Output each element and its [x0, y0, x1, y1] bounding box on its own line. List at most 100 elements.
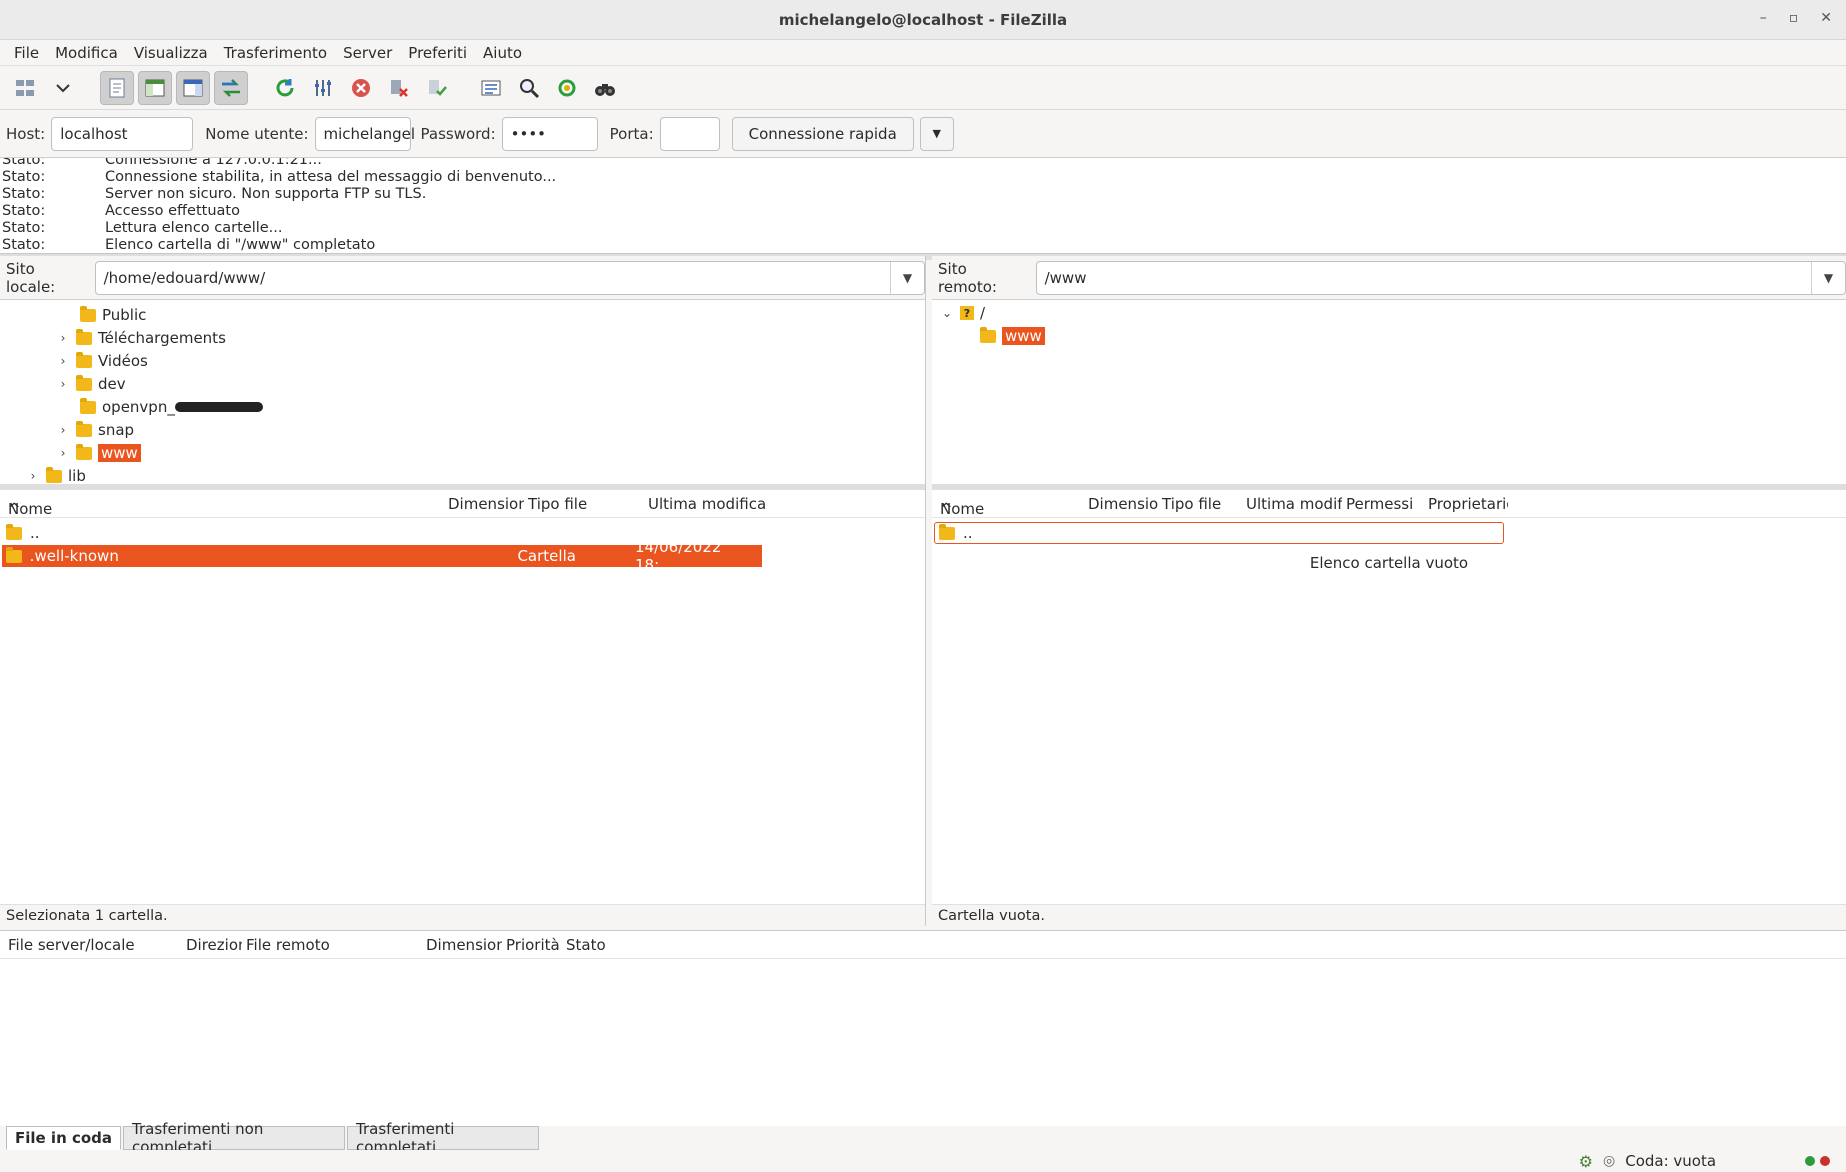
col-priority[interactable]: Priorità [506, 936, 560, 954]
tab-successful-transfers[interactable]: Trasferimenti completati [347, 1120, 540, 1156]
username-input[interactable]: michelangel [314, 116, 415, 151]
col-size[interactable]: Dimensione [448, 495, 524, 513]
title-bar: michelangelo@localhost - FileZilla – ▫ ✕ [0, 0, 1846, 40]
remote-file-list[interactable]: .. Elenco cartella vuoto [932, 518, 1846, 908]
message-log-icon [109, 78, 125, 97]
tab-failed-transfers[interactable]: Trasferimenti non completati [123, 1120, 346, 1156]
search-remote-button[interactable] [588, 71, 622, 105]
tree-node[interactable]: openvpn_ [60, 396, 263, 418]
local-tree[interactable]: Public › Téléchargements › Vidéos › dev ope… [0, 300, 925, 484]
host-label: Host: [6, 124, 46, 143]
chevron-down-icon[interactable]: ▼ [1811, 261, 1845, 294]
reconnect-icon [429, 79, 447, 96]
port-input[interactable] [659, 116, 720, 151]
minimize-icon[interactable]: – [1760, 10, 1767, 26]
tree-node[interactable]: › snap [56, 419, 134, 441]
tree-node[interactable]: › Téléchargements [56, 327, 226, 349]
empty-directory-message: Elenco cartella vuoto [1309, 554, 1469, 572]
settings-gear-icon[interactable]: ⚙ [1579, 1152, 1593, 1171]
transfer-queue[interactable]: File server/locale Direzione File remoto… [0, 930, 1846, 1126]
tree-node-selected[interactable]: › www [56, 442, 141, 464]
tree-node[interactable]: › lib [26, 465, 86, 484]
col-modified[interactable]: Ultima modifica [648, 495, 766, 513]
binoculars-icon [595, 83, 615, 96]
toggle-queue-button[interactable] [214, 70, 248, 105]
message-log[interactable]: Stato: Connessione a 127.0.0.1:21... Stat… [0, 158, 1846, 254]
sync-icon [558, 79, 576, 96]
log-line: Stato: Server non sicuro. Non supporta FT… [2, 186, 427, 202]
toggle-remote-tree-button[interactable] [176, 70, 210, 105]
menu-server[interactable]: Server [335, 44, 400, 62]
browser-panes: Sito locale: /home/edouard/www/ ▼ Public… [0, 256, 1846, 926]
col-server-file[interactable]: File server/locale [8, 936, 135, 954]
close-icon[interactable]: ✕ [1820, 10, 1832, 26]
local-file-list[interactable]: .. .well-known Cartella 14/06/2022 18:..… [0, 518, 925, 908]
cancel-operation-button[interactable] [344, 71, 378, 105]
tree-node[interactable]: Public [60, 304, 146, 326]
folder-icon [80, 397, 96, 414]
disconnect-button[interactable] [382, 71, 416, 105]
quickconnect-history-dropdown[interactable]: ▼ [919, 116, 954, 151]
col-remote-file[interactable]: File remoto [246, 936, 330, 954]
compare-directories-button[interactable] [512, 71, 546, 105]
folder-icon [6, 523, 22, 540]
chevron-down-icon[interactable]: ▼ [890, 261, 924, 294]
list-item[interactable]: .. [934, 522, 1504, 544]
host-input[interactable]: localhost [51, 116, 194, 151]
username-label: Nome utente: [205, 124, 309, 143]
col-permissions[interactable]: Permessi [1346, 495, 1413, 513]
status-bar: ⚙ ◎ Coda: vuota [0, 1150, 1846, 1172]
col-modified[interactable]: Ultima modifica [1246, 495, 1342, 513]
folder-icon [939, 523, 955, 540]
tree-node[interactable]: › Vidéos [56, 350, 148, 372]
menu-bookmarks[interactable]: Preferiti [400, 44, 475, 62]
tree-node[interactable]: › dev [56, 373, 126, 395]
local-path-input[interactable]: /home/edouard/www/ ▼ [94, 260, 925, 295]
local-path-text: /home/edouard/www/ [103, 268, 266, 287]
quickconnect-bar: Host: localhost Nome utente: michelangel… [0, 110, 1846, 158]
log-line: Stato: Elenco cartella di "/www" completa… [2, 237, 376, 253]
password-input[interactable]: •••• [501, 116, 598, 151]
menu-edit[interactable]: Modifica [47, 44, 126, 62]
chevron-right-icon: › [30, 469, 36, 483]
site-manager-button[interactable] [8, 71, 42, 105]
col-owner[interactable]: Proprietario [1428, 495, 1508, 513]
toggle-local-tree-button[interactable] [138, 70, 172, 105]
menu-transfer[interactable]: Trasferimento [216, 44, 335, 62]
process-queue-button[interactable] [306, 71, 340, 105]
folder-icon [46, 466, 62, 483]
col-size[interactable]: Dimensione [1088, 495, 1158, 513]
refresh-button[interactable] [268, 71, 302, 105]
tree-node-selected[interactable]: www [980, 325, 1045, 347]
reconnect-button[interactable] [420, 71, 454, 105]
toggle-log-button[interactable] [100, 70, 134, 105]
disconnect-icon [391, 79, 408, 97]
transfer-queue-icon [222, 78, 240, 97]
quickconnect-button[interactable]: Connessione rapida [731, 116, 914, 151]
tree-node[interactable]: ⌄? / [940, 302, 985, 324]
list-item-selected[interactable]: .well-known Cartella 14/06/2022 18:... [2, 538, 762, 574]
tab-queued-files[interactable]: File in coda [6, 1126, 122, 1150]
remote-path-input[interactable]: /www ▼ [1035, 260, 1846, 295]
folder-icon [80, 305, 96, 322]
col-type[interactable]: Tipo file [1162, 495, 1221, 513]
speed-limit-icon[interactable]: ◎ [1603, 1153, 1615, 1169]
remote-tree[interactable]: ⌄? / www [932, 300, 1846, 484]
folder-icon [6, 546, 22, 563]
directory-filter-button[interactable] [474, 71, 508, 105]
local-status: Selezionata 1 cartella. [0, 904, 925, 926]
synchronized-browsing-button[interactable] [550, 71, 584, 105]
col-size[interactable]: Dimensione [426, 936, 502, 954]
chevron-right-icon: › [60, 423, 66, 437]
col-type[interactable]: Tipo file [528, 495, 587, 513]
maximize-icon[interactable]: ▫ [1789, 10, 1799, 26]
toolbar [0, 66, 1846, 110]
queue-process-icon [315, 79, 331, 96]
site-manager-dropdown[interactable] [46, 71, 80, 105]
col-direction[interactable]: Direzione [186, 936, 242, 954]
menu-view[interactable]: Visualizza [126, 44, 216, 62]
menu-file[interactable]: File [6, 44, 47, 62]
folder-icon [980, 326, 996, 343]
menu-help[interactable]: Aiuto [475, 44, 530, 62]
col-status[interactable]: Stato [566, 936, 606, 954]
